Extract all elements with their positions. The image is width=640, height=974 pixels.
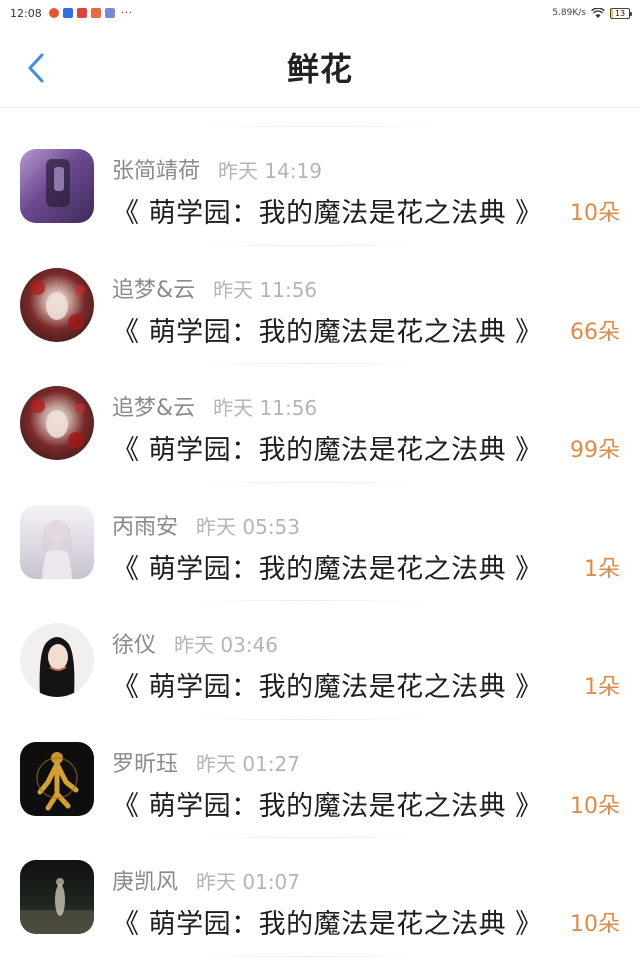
list-item[interactable]: 庚凯风 昨天 01:07 《 萌学园：我的魔法是花之法典 》 10朵 xyxy=(0,838,640,957)
timestamp: 昨天 03:46 xyxy=(174,633,279,657)
timestamp: 昨天 01:07 xyxy=(196,870,301,894)
flower-count: 1朵 xyxy=(584,556,620,582)
row-meta: 追梦&云 昨天 11:56 xyxy=(112,390,317,422)
network-speed: 5.89K/s xyxy=(552,8,586,18)
avatar[interactable] xyxy=(20,623,94,697)
list-item[interactable]: 罗昕珏 昨天 01:27 《 萌学园：我的魔法是花之法典 》 10朵 xyxy=(0,720,640,839)
avatar-image xyxy=(31,399,85,448)
list-item[interactable]: 追梦&云 昨天 11:56 《 萌学园：我的魔法是花之法典 》 66朵 xyxy=(0,246,640,365)
flower-count: 10朵 xyxy=(570,201,620,226)
flower-count: 1朵 xyxy=(584,675,620,700)
message-notification-icon xyxy=(104,8,115,18)
battery-fill xyxy=(611,8,614,18)
row-meta: 追梦&云 昨天 11:56 xyxy=(112,272,317,304)
row-meta: 庚凯风 昨天 01:07 xyxy=(112,864,300,896)
book-title[interactable]: 《 萌学园：我的魔法是花之法典 》 xyxy=(112,902,543,941)
user-name[interactable]: 丙雨安 xyxy=(112,509,178,541)
avatar-image xyxy=(39,637,75,697)
list-item[interactable]: 追梦&云 昨天 11:56 《 萌学园：我的魔法是花之法典 》 99朵 xyxy=(0,364,640,483)
avatar[interactable] xyxy=(20,386,94,460)
chevron-left-icon xyxy=(28,53,44,83)
row-meta: 徐仪 昨天 03:46 xyxy=(112,627,278,659)
list-item[interactable]: 徐仪 昨天 03:46 《 萌学园：我的魔法是花之法典 》 1朵 xyxy=(0,601,640,720)
book-title[interactable]: 《 萌学园：我的魔法是花之法典 》 xyxy=(112,191,543,230)
user-name[interactable]: 追梦&云 xyxy=(112,390,195,422)
avatar-image xyxy=(31,280,85,330)
timestamp: 昨天 14:19 xyxy=(218,159,323,183)
user-name[interactable]: 罗昕珏 xyxy=(112,746,178,778)
avatar-image xyxy=(40,519,74,579)
battery-indicator: 13 xyxy=(610,7,632,19)
avatar[interactable] xyxy=(20,504,94,579)
status-bar: 12:08 ··· 5.89K/s 13 xyxy=(0,0,640,26)
more-notifications-indicator: ··· xyxy=(120,7,134,19)
flower-count: 10朵 xyxy=(570,912,620,937)
timestamp: 昨天 05:53 xyxy=(196,514,301,539)
avatar-image xyxy=(36,751,79,810)
avatar-image xyxy=(46,159,70,207)
back-button[interactable] xyxy=(18,50,54,86)
user-name[interactable]: 追梦&云 xyxy=(112,272,195,304)
row-meta: 罗昕珏 昨天 01:27 xyxy=(112,746,300,778)
avatar[interactable] xyxy=(20,149,94,223)
timestamp: 昨天 11:56 xyxy=(213,396,318,420)
book-title[interactable]: 《 萌学园：我的魔法是花之法典 》 xyxy=(112,428,543,467)
row-meta: 张简靖荷 昨天 14:19 xyxy=(112,153,322,185)
flower-count: 99朵 xyxy=(570,438,620,463)
row-meta: 丙雨安 昨天 05:53 xyxy=(112,509,300,541)
page-header: 鲜花 xyxy=(0,26,640,108)
wifi-icon xyxy=(591,7,605,18)
timestamp: 昨天 11:56 xyxy=(213,277,318,302)
avatar[interactable] xyxy=(20,741,94,816)
battery-level: 13 xyxy=(614,8,626,18)
user-name[interactable]: 徐仪 xyxy=(112,627,156,659)
flower-gift-list: 张简靖荷 昨天 14:19 《 萌学园：我的魔法是花之法典 》 10朵 追梦&云… xyxy=(0,127,640,957)
avatar[interactable] xyxy=(20,267,94,342)
news-notification-icon xyxy=(76,8,87,18)
book-title[interactable]: 《 萌学园：我的魔法是花之法典 》 xyxy=(112,310,543,349)
user-name[interactable]: 张简靖荷 xyxy=(112,153,200,185)
timestamp: 昨天 01:27 xyxy=(196,751,301,776)
book-title[interactable]: 《 萌学园：我的魔法是花之法典 》 xyxy=(112,784,543,823)
book-title[interactable]: 《 萌学园：我的魔法是花之法典 》 xyxy=(112,547,543,586)
flower-count: 66朵 xyxy=(570,319,620,345)
status-time: 12:08 xyxy=(10,6,42,20)
avatar-image xyxy=(20,878,94,934)
app-notification-icon xyxy=(62,8,73,18)
weibo-notification-icon xyxy=(48,8,59,18)
book-title[interactable]: 《 萌学园：我的魔法是花之法典 》 xyxy=(112,665,543,704)
status-right: 5.89K/s 13 xyxy=(552,7,632,19)
list-item[interactable]: 丙雨安 昨天 05:53 《 萌学园：我的魔法是花之法典 》 1朵 xyxy=(0,483,640,602)
page-title: 鲜花 xyxy=(286,49,353,88)
flower-count: 10朵 xyxy=(570,793,620,819)
avatar[interactable] xyxy=(20,860,94,934)
status-left: 12:08 ··· xyxy=(10,7,133,20)
user-name[interactable]: 庚凯风 xyxy=(112,864,178,896)
shop-notification-icon xyxy=(90,8,101,18)
list-item[interactable]: 张简靖荷 昨天 14:19 《 萌学园：我的魔法是花之法典 》 10朵 xyxy=(0,127,640,246)
